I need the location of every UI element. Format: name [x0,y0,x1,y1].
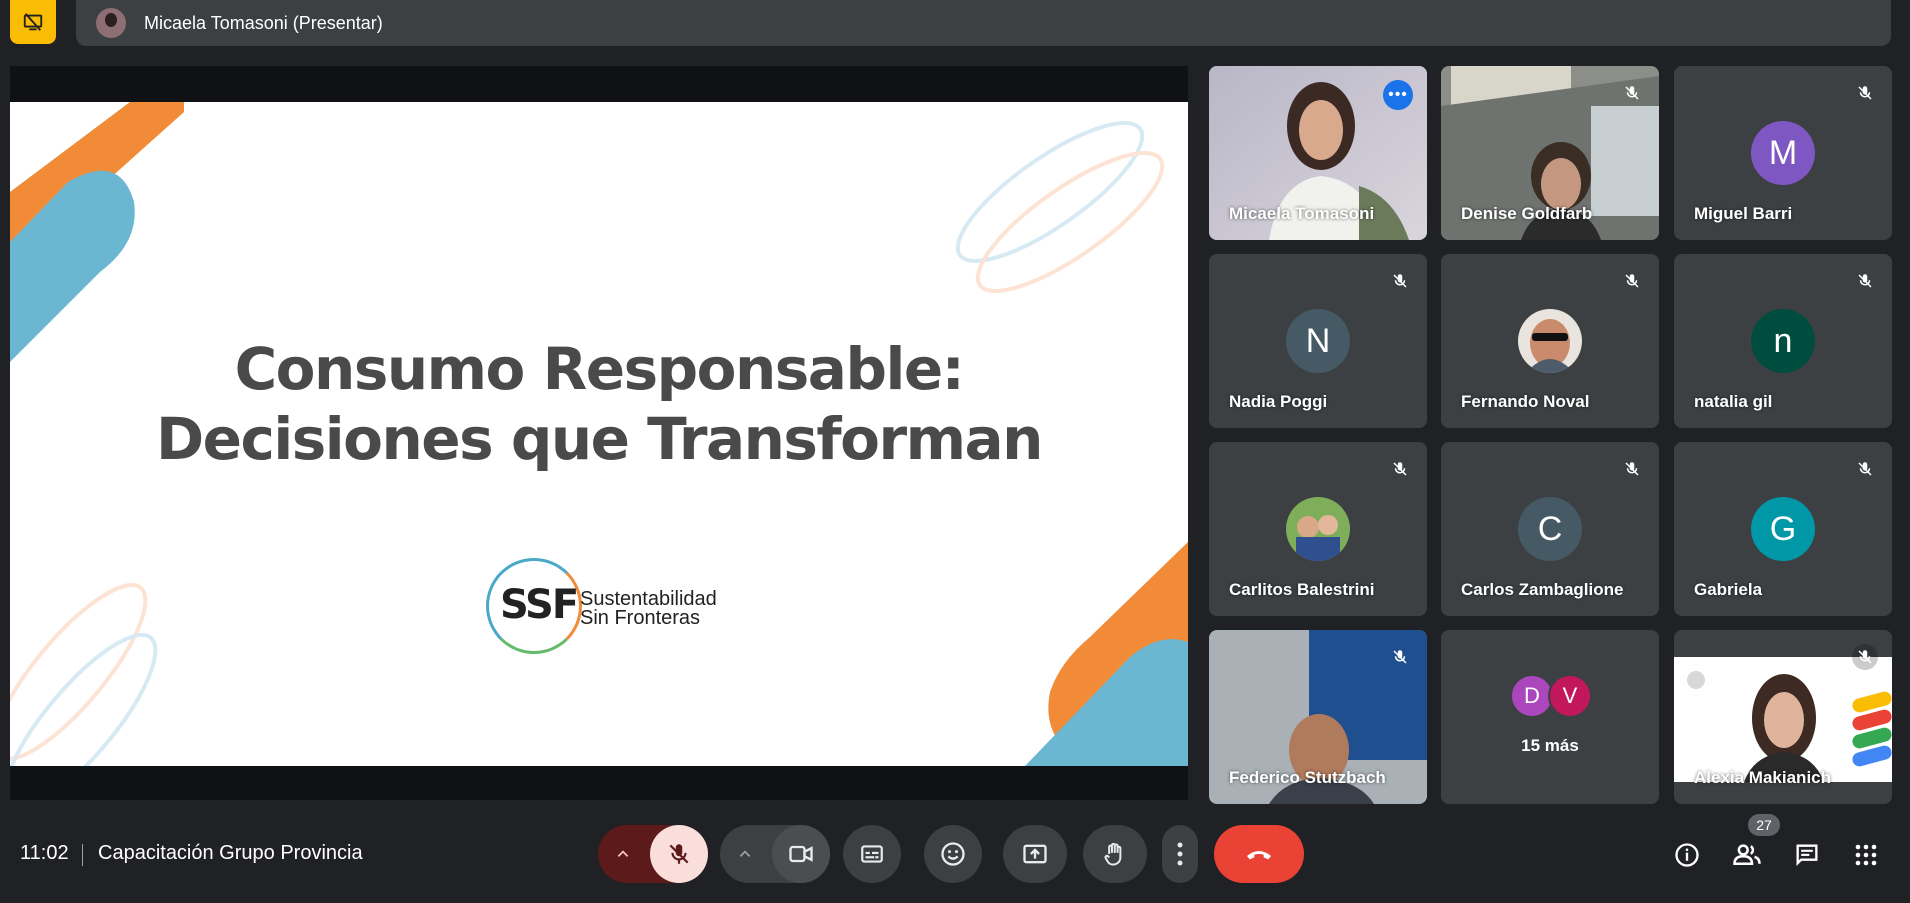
presenter-avatar [96,8,126,38]
more-vert-icon [1177,842,1183,866]
participant-name: Gabriela [1694,580,1763,599]
participant-tile[interactable]: G Gabriela [1674,442,1892,616]
participant-name: Nadia Poggi [1229,392,1328,411]
people-button[interactable] [1732,840,1762,870]
presenter-bar: Micaela Tomasoni (Presentar) [0,0,1910,48]
overflow-label: 15 más [1521,736,1579,755]
participant-tile[interactable]: N Nadia Poggi [1209,254,1427,428]
overflow-tile[interactable]: D V 15 más [1441,630,1659,804]
mic-off-icon [1619,456,1645,482]
logo-line2: Sin Fronteras [580,607,701,629]
stop-presenting-button[interactable] [10,0,56,44]
participant-name: Carlitos Balestrini [1229,580,1375,599]
slide: Consumo Responsable: Decisiones que Tran… [10,102,1188,766]
end-call-button[interactable] [1214,825,1304,883]
participant-tile[interactable]: M Miguel Barri [1674,66,1892,240]
participant-name: Carlos Zambaglione [1461,580,1624,599]
people-icon [1733,844,1761,865]
clock: 11:02 [20,842,69,864]
participant-tile[interactable]: Federico Stutzbach [1209,630,1427,804]
camera-group [720,825,830,883]
raise-hand-button[interactable] [1083,825,1147,883]
activities-button[interactable] [1851,840,1881,870]
participant-tile[interactable]: Carlitos Balestrini [1209,442,1427,616]
presentation-area[interactable]: Consumo Responsable: Decisiones que Tran… [10,66,1188,800]
participant-tile[interactable]: n natalia gil [1674,254,1892,428]
participant-tile[interactable]: C Carlos Zambaglione [1441,442,1659,616]
participant-tile[interactable]: ••• Micaela Tomasoni [1209,66,1427,240]
participant-name: Miguel Barri [1694,204,1793,223]
hand-icon [1104,842,1122,866]
present-screen-icon [1023,844,1047,864]
slide-title-line1: Consumo Responsable: [234,335,965,403]
participant-name: Fernando Noval [1461,392,1590,411]
present-off-icon [23,13,43,31]
chevron-up-icon [617,850,629,857]
participant-name: Alexia Makianich [1694,768,1832,787]
mic-off-icon [1619,268,1645,294]
participant-tile[interactable]: Alexia Makianich [1674,630,1892,804]
present-button[interactable] [1003,825,1067,883]
camera-toggle-button[interactable] [772,825,830,883]
more-options-button[interactable] [1162,825,1198,883]
participant-avatar: M [1751,121,1815,185]
participant-name: Federico Stutzbach [1229,768,1386,787]
meeting-title: Capacitación Grupo Provincia [98,842,363,864]
participant-avatar [1518,309,1582,373]
more-options-icon[interactable]: ••• [1383,80,1413,110]
participant-tile[interactable]: Denise Goldfarb [1441,66,1659,240]
audio-options-button[interactable] [598,825,648,883]
mic-off-icon [1852,456,1878,482]
reactions-button[interactable] [924,825,982,883]
participant-name: Denise Goldfarb [1461,204,1593,223]
phone-hangup-icon [1247,851,1271,860]
logo-text: Sustentabilidad Sin Fronteras [580,589,717,629]
mic-off-icon [1852,268,1878,294]
mic-off-icon [1387,456,1413,482]
participant-avatar: N [1286,309,1350,373]
ssf-logo: SSF Sustentabilidad Sin Fronteras [486,558,717,662]
mic-off-icon [1852,644,1878,670]
apps-grid-icon [1855,844,1877,866]
presenter-name: Micaela Tomasoni (Presentar) [144,12,383,33]
meeting-details-button[interactable] [1672,840,1702,870]
mic-off-icon [1387,644,1413,670]
video-options-button[interactable] [720,825,770,883]
participant-avatar: n [1751,309,1815,373]
mic-off-icon [1387,268,1413,294]
participant-count-badge: 27 [1748,814,1780,836]
presenter-pill[interactable]: Micaela Tomasoni (Presentar) [76,0,1891,46]
participant-avatar: C [1518,497,1582,561]
camera-icon [789,845,813,863]
captions-button[interactable] [843,825,901,883]
chat-button[interactable] [1792,840,1822,870]
participant-avatar: G [1751,497,1815,561]
slide-title: Consumo Responsable: Decisiones que Tran… [10,334,1188,474]
mic-toggle-button[interactable] [650,825,708,883]
overflow-avatar: V [1548,674,1592,718]
emoji-icon [941,842,965,866]
participant-tile[interactable]: Fernando Noval [1441,254,1659,428]
info-icon [1675,843,1699,867]
logo-mark: SSF [500,582,579,628]
chevron-up-icon [739,850,751,857]
mic-off-icon [669,844,689,864]
mic-off-icon [1619,80,1645,106]
participant-avatar [1286,497,1350,561]
slide-title-line2: Decisiones que Transforman [156,405,1043,473]
divider [82,844,83,866]
mic-off-icon [1852,80,1878,106]
participant-name: natalia gil [1694,392,1773,411]
captions-icon [861,845,883,863]
participant-name: Micaela Tomasoni [1229,204,1375,223]
chat-icon [1796,844,1818,866]
